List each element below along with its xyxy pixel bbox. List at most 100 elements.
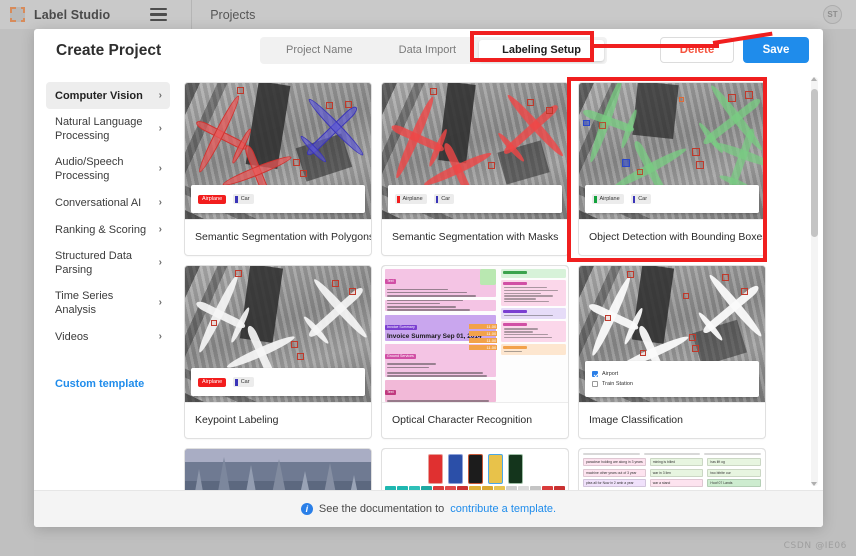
chevron-right-icon: › bbox=[158, 297, 162, 308]
chevron-right-icon: › bbox=[158, 257, 162, 268]
page-title: Create Project bbox=[56, 42, 162, 59]
sidebar-item-natural-language-processing[interactable]: Natural Language Processing › bbox=[46, 109, 170, 149]
sidebar-item-videos[interactable]: Videos › bbox=[46, 323, 170, 350]
sidebar-item-label: Structured Data Parsing bbox=[55, 250, 133, 276]
legend-chip-airplane: Airplane bbox=[198, 377, 227, 387]
template-card-text-tags[interactable]: paraclear holding are along in 3 years m… bbox=[578, 448, 766, 490]
chevron-right-icon: › bbox=[158, 123, 162, 134]
template-thumbnail: Airplane Car bbox=[185, 83, 371, 219]
checkbox-icon[interactable] bbox=[592, 381, 598, 387]
avatar[interactable]: ST bbox=[823, 5, 842, 24]
logo-wrap bbox=[0, 7, 34, 22]
sidebar-item-conversational-ai[interactable]: Conversational AI › bbox=[46, 189, 170, 216]
template-card-snow-forest[interactable] bbox=[184, 448, 372, 490]
tab-data-import[interactable]: Data Import bbox=[376, 40, 479, 61]
template-card-image-classification[interactable]: Airport Train Station Image Classificati… bbox=[578, 265, 766, 439]
nav-projects-link[interactable]: Projects bbox=[210, 8, 255, 22]
invoice-amount: 11.00 bbox=[469, 331, 498, 336]
template-card-object-detection-bounding-boxes[interactable]: Airplane Car Object Detection with Bound… bbox=[578, 82, 766, 256]
template-thumbnail: Airplane Car bbox=[382, 83, 568, 219]
legend-chip-car-label: Car bbox=[240, 379, 250, 385]
checkbox-checked-icon[interactable] bbox=[592, 371, 598, 377]
sidebar-item-label: Conversational AI bbox=[55, 196, 142, 209]
modal-footer: i See the documentation to contribute a … bbox=[34, 490, 823, 527]
legend-chip-airplane: Airplane bbox=[198, 194, 227, 204]
sidebar-item-computer-vision[interactable]: Computer Vision › bbox=[46, 82, 170, 109]
scroll-up-icon[interactable] bbox=[811, 77, 817, 81]
invoice-amount: 11.00 bbox=[469, 345, 498, 350]
invoice-document-preview: Text Invoice Summary Invoice Summary Sep… bbox=[382, 266, 568, 402]
thumbnail-legend: Airplane Car bbox=[191, 185, 365, 213]
thumbnail-legend: Airplane Car bbox=[585, 185, 759, 213]
sidebar-item-label: Computer Vision bbox=[55, 89, 143, 102]
thumbnail-legend: Airplane Car bbox=[388, 185, 562, 213]
legend-chip-car-label: Car bbox=[638, 196, 648, 202]
chevron-right-icon: › bbox=[158, 163, 162, 174]
label-studio-logo-icon bbox=[9, 7, 25, 22]
sidebar-item-time-series-analysis[interactable]: Time Series Analysis › bbox=[46, 283, 170, 323]
delete-button[interactable]: Delete bbox=[660, 37, 734, 63]
scrollbar-thumb[interactable] bbox=[811, 89, 818, 237]
legend-chip-airplane: Airplane bbox=[592, 194, 624, 204]
modal-body: Computer Vision › Natural Language Proce… bbox=[34, 73, 823, 490]
sidebar-item-label: Videos bbox=[55, 330, 89, 343]
wizard-tabs: Project Name Data Import Labeling Setup bbox=[260, 37, 607, 64]
template-card-optical-character-recognition[interactable]: Text Invoice Summary Invoice Summary Sep… bbox=[381, 265, 569, 439]
contribute-template-link[interactable]: contribute a template. bbox=[450, 503, 556, 515]
beverages-image bbox=[382, 449, 568, 490]
legend-chip-car-label: Car bbox=[240, 196, 250, 202]
tab-project-name[interactable]: Project Name bbox=[263, 40, 376, 61]
scroll-down-icon[interactable] bbox=[811, 482, 817, 486]
chevron-right-icon: › bbox=[158, 330, 162, 342]
template-card-beverages[interactable] bbox=[381, 448, 569, 490]
sidebar-item-ranking-scoring[interactable]: Ranking & Scoring › bbox=[46, 216, 170, 243]
template-card-semantic-segmentation-masks[interactable]: Airplane Car Semantic Segmentation with … bbox=[381, 82, 569, 256]
template-card-title: Keypoint Labeling bbox=[185, 402, 371, 438]
template-grid: Airplane Car Semantic Segmentation with … bbox=[184, 82, 801, 490]
template-thumbnail: Text Invoice Summary Invoice Summary Sep… bbox=[382, 266, 568, 402]
template-thumbnail bbox=[382, 449, 568, 490]
thumbnail-legend: Airplane Car bbox=[191, 368, 365, 396]
app-header: Label Studio Projects ST bbox=[0, 0, 856, 29]
template-card-title: Image Classification bbox=[579, 402, 765, 438]
chevron-right-icon: › bbox=[158, 196, 162, 208]
can-green bbox=[507, 454, 523, 484]
choice-airport[interactable]: Airport bbox=[592, 371, 752, 377]
category-sidebar: Computer Vision › Natural Language Proce… bbox=[34, 73, 178, 490]
choice-train-station[interactable]: Train Station bbox=[592, 381, 752, 387]
sidebar-item-label: Audio/Speech Processing bbox=[55, 156, 124, 182]
template-grid-scroll: Airplane Car Semantic Segmentation with … bbox=[178, 73, 823, 490]
template-card-semantic-segmentation-polygons[interactable]: Airplane Car Semantic Segmentation with … bbox=[184, 82, 372, 256]
template-thumbnail: Airplane Car bbox=[579, 83, 765, 219]
template-card-title: Semantic Segmentation with Polygons bbox=[185, 219, 371, 255]
invoice-amount: 11.00 bbox=[469, 324, 498, 329]
template-card-keypoint-labeling[interactable]: Airplane Car Keypoint Labeling bbox=[184, 265, 372, 439]
legend-chip-airplane-label: Airplane bbox=[599, 196, 620, 202]
template-thumbnail: Airport Train Station bbox=[579, 266, 765, 402]
sidebar-item-label: Time Series Analysis bbox=[55, 290, 114, 316]
create-project-modal: Create Project Project Name Data Import … bbox=[34, 29, 823, 527]
legend-chip-car-label: Car bbox=[441, 196, 451, 202]
bottle-yellow bbox=[487, 454, 503, 484]
chevron-right-icon: › bbox=[158, 223, 162, 235]
custom-template-link[interactable]: Custom template bbox=[46, 372, 170, 396]
modal-header: Create Project Project Name Data Import … bbox=[34, 29, 823, 73]
snow-forest-image bbox=[185, 449, 371, 490]
header-actions: Delete Save bbox=[660, 37, 809, 63]
tab-labeling-setup[interactable]: Labeling Setup bbox=[479, 40, 604, 61]
template-thumbnail: Airplane Car bbox=[185, 266, 371, 402]
brand-name: Label Studio bbox=[34, 7, 111, 22]
sidebar-item-audio-speech-processing[interactable]: Audio/Speech Processing › bbox=[46, 149, 170, 189]
template-card-title: Semantic Segmentation with Masks bbox=[382, 219, 568, 255]
sidebar-item-label: Ranking & Scoring bbox=[55, 223, 147, 236]
can-black bbox=[467, 454, 483, 484]
sidebar-item-structured-data-parsing[interactable]: Structured Data Parsing › bbox=[46, 243, 170, 283]
invoice-amount: 11.00 bbox=[469, 338, 498, 343]
save-button[interactable]: Save bbox=[743, 37, 809, 63]
can-blue bbox=[447, 454, 463, 484]
choice-train-station-label: Train Station bbox=[602, 381, 633, 387]
hamburger-menu-icon[interactable] bbox=[150, 7, 168, 22]
template-card-title: Object Detection with Bounding Boxes bbox=[579, 219, 765, 255]
info-icon: i bbox=[300, 503, 313, 515]
footer-text: See the documentation to bbox=[318, 503, 445, 515]
